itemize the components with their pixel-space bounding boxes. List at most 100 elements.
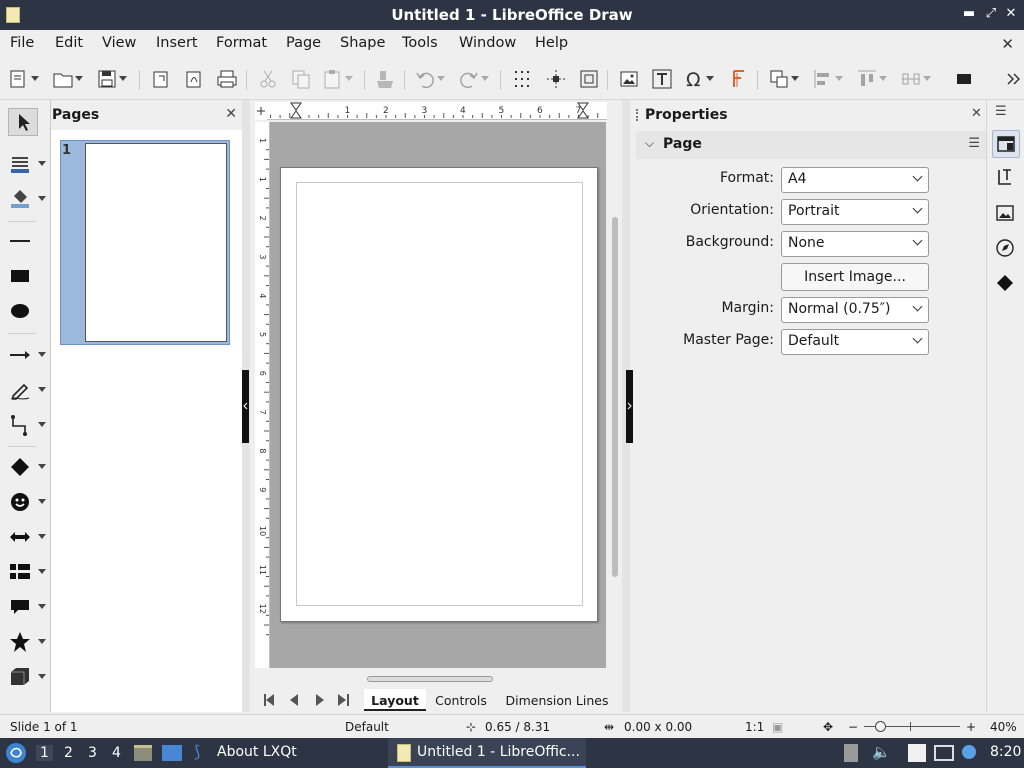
- master-page-select[interactable]: Default: [781, 329, 929, 355]
- section-menu-icon[interactable]: ☰: [968, 136, 980, 151]
- display-grid-icon[interactable]: [511, 68, 533, 90]
- shadow-icon[interactable]: [954, 68, 976, 90]
- clipboard-icon[interactable]: [908, 744, 926, 762]
- vertical-ruler[interactable]: 1 1 2 3 4 5 6 7 8 9 10 11 12: [255, 122, 270, 668]
- document-modified-icon[interactable]: ▣: [772, 720, 783, 734]
- curve-tool-icon[interactable]: [8, 378, 46, 402]
- drawing-workspace[interactable]: [270, 122, 606, 668]
- zoom-out-icon[interactable]: −: [848, 720, 858, 734]
- undo-icon[interactable]: [414, 68, 445, 90]
- menu-page[interactable]: Page: [286, 35, 321, 51]
- menu-insert[interactable]: Insert: [156, 35, 198, 51]
- distribute-icon[interactable]: [900, 68, 931, 90]
- helplines-icon[interactable]: [545, 68, 567, 90]
- horizontal-scroll-thumb[interactable]: [367, 676, 493, 682]
- vertical-scroll-thumb[interactable]: [612, 217, 618, 577]
- zoom-level[interactable]: 40%: [990, 720, 1017, 734]
- collapse-pages-panel-handle[interactable]: [242, 370, 249, 443]
- menu-tools[interactable]: Tools: [402, 35, 438, 51]
- export-icon[interactable]: [150, 68, 172, 90]
- callout-shapes-icon[interactable]: [8, 595, 46, 619]
- line-color-icon[interactable]: [8, 152, 46, 176]
- workspace-2[interactable]: 2: [64, 745, 73, 761]
- background-select[interactable]: None: [781, 231, 929, 257]
- notification-icon[interactable]: [962, 745, 976, 759]
- fit-page-icon[interactable]: ✥: [823, 720, 833, 734]
- transformations-icon[interactable]: [768, 68, 799, 90]
- tab-controls[interactable]: Controls: [432, 689, 490, 711]
- menu-window[interactable]: Window: [459, 35, 516, 51]
- menu-shape[interactable]: Shape: [340, 35, 385, 51]
- previous-page-icon[interactable]: [290, 694, 298, 706]
- insert-textbox-icon[interactable]: [651, 68, 673, 90]
- print-icon[interactable]: [216, 68, 238, 90]
- clock[interactable]: 8:20: [990, 744, 1021, 760]
- menu-view[interactable]: View: [102, 35, 136, 51]
- insert-image-button[interactable]: Insert Image...: [781, 263, 929, 291]
- menu-help[interactable]: Help: [535, 35, 568, 51]
- lxqt-start-icon[interactable]: [6, 743, 26, 763]
- margin-select[interactable]: Normal (0.75″): [781, 297, 929, 323]
- rectangle-tool-icon[interactable]: [8, 264, 32, 288]
- block-arrows-icon[interactable]: [8, 525, 46, 549]
- workspace-4[interactable]: 4: [112, 745, 121, 761]
- show-desktop-icon[interactable]: [162, 745, 182, 761]
- save-icon[interactable]: [96, 68, 127, 90]
- clone-formatting-icon[interactable]: [374, 68, 396, 90]
- file-manager-icon[interactable]: [134, 745, 152, 761]
- arrow-line-tool-icon[interactable]: [8, 343, 46, 367]
- maximize-button[interactable]: ⤢: [984, 6, 998, 22]
- panel-grip-icon[interactable]: [636, 109, 638, 121]
- toolbar-overflow-icon[interactable]: [1004, 68, 1024, 90]
- zoom-in-icon[interactable]: +: [966, 720, 976, 734]
- menu-edit[interactable]: Edit: [55, 35, 83, 51]
- fontwork-icon[interactable]: [728, 68, 750, 90]
- redo-icon[interactable]: [458, 68, 489, 90]
- collapse-sidebar-handle[interactable]: [626, 370, 633, 443]
- first-page-icon[interactable]: [266, 694, 274, 706]
- vertical-scrollbar[interactable]: [610, 122, 620, 668]
- ellipse-tool-icon[interactable]: [8, 299, 32, 323]
- gallery-deck-icon[interactable]: [992, 200, 1020, 228]
- close-window-button[interactable]: ✕: [1004, 6, 1018, 22]
- new-document-icon[interactable]: [8, 68, 39, 90]
- stars-icon[interactable]: [8, 630, 46, 654]
- workspace-3[interactable]: 3: [88, 745, 97, 761]
- about-lxqt-task[interactable]: About LXQt: [217, 744, 297, 760]
- format-select[interactable]: A4: [781, 167, 929, 193]
- drawing-page[interactable]: [280, 167, 598, 622]
- tab-dimension-lines[interactable]: Dimension Lines: [504, 689, 610, 711]
- workspace-1[interactable]: 1: [36, 745, 53, 761]
- page-section-header[interactable]: ⌵ Page ☰: [636, 131, 986, 159]
- copy-icon[interactable]: [290, 68, 312, 90]
- cut-icon[interactable]: [257, 68, 279, 90]
- connector-tool-icon[interactable]: [8, 413, 46, 437]
- shapes-deck-icon[interactable]: [992, 270, 1020, 298]
- navigator-deck-icon[interactable]: [992, 235, 1020, 263]
- zoom-page-icon[interactable]: [578, 68, 600, 90]
- close-document-icon[interactable]: ✕: [1001, 35, 1014, 53]
- volume-icon[interactable]: 🔈: [872, 743, 891, 761]
- insert-image-icon[interactable]: [618, 68, 640, 90]
- volume-manager-icon[interactable]: [844, 744, 858, 762]
- zoom-slider-handle[interactable]: [875, 721, 886, 732]
- tab-layout[interactable]: Layout: [364, 689, 426, 711]
- special-character-icon[interactable]: Ω: [683, 68, 714, 91]
- 3d-objects-icon[interactable]: [8, 665, 46, 689]
- menu-format[interactable]: Format: [216, 35, 267, 51]
- horizontal-ruler[interactable]: 12345678: [267, 102, 620, 120]
- ruler-corner[interactable]: [255, 102, 267, 120]
- last-page-icon[interactable]: [338, 694, 346, 706]
- next-page-icon[interactable]: [316, 694, 324, 706]
- line-tool-icon[interactable]: [8, 229, 32, 253]
- paste-icon[interactable]: [322, 68, 353, 90]
- arrange-icon[interactable]: [856, 68, 887, 90]
- orientation-select[interactable]: Portrait: [781, 199, 929, 225]
- close-properties-icon[interactable]: ✕: [971, 106, 982, 121]
- export-pdf-icon[interactable]: [183, 68, 205, 90]
- section-collapse-icon[interactable]: ⌵: [645, 136, 654, 151]
- symbol-shapes-icon[interactable]: [8, 490, 46, 514]
- menu-file[interactable]: File: [10, 35, 34, 51]
- scale-factor[interactable]: 1:1: [745, 720, 764, 734]
- network-icon[interactable]: [934, 745, 954, 761]
